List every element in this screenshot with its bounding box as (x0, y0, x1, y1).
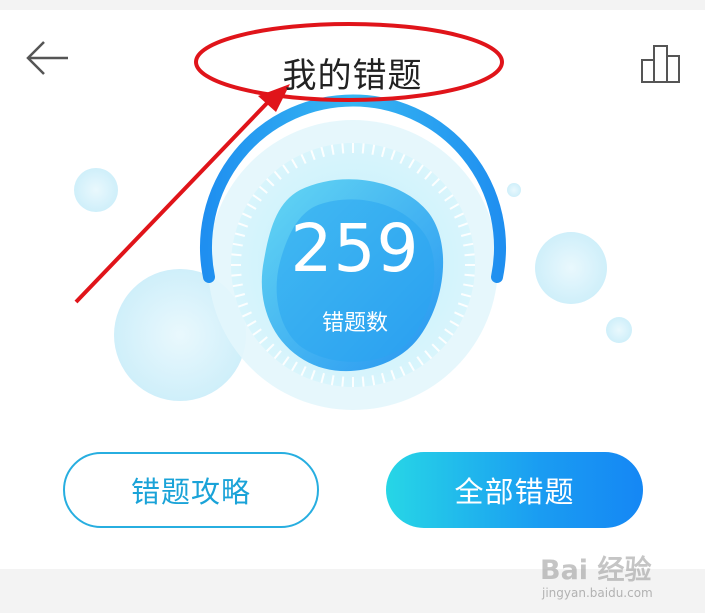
watermark-logo-text: Bai 经验 (540, 555, 652, 586)
page-title: 我的错题 (282, 56, 423, 96)
top-bar: 我的错题 (0, 10, 705, 100)
error-count-block: 259 (200, 210, 510, 287)
dial-tick (341, 376, 345, 387)
dial-tick (361, 376, 365, 387)
bubble (606, 317, 632, 343)
bubble (74, 168, 118, 212)
error-count: 259 (290, 210, 420, 287)
bubble (507, 183, 521, 197)
error-strategy-button[interactable]: 错题攻略 (63, 452, 319, 528)
error-count-label: 错题数 (321, 311, 388, 336)
dial-tick (341, 143, 345, 154)
watermark-url: jingyan.baidu.com (542, 586, 653, 600)
all-errors-button[interactable]: 全部错题 (386, 452, 643, 528)
bar-chart-icon (641, 45, 680, 83)
bubble (535, 232, 607, 304)
baidu-watermark: Bai 经验 jingyan.baidu.com (540, 548, 700, 608)
dial-tick (361, 143, 365, 154)
statistics-button[interactable] (636, 38, 686, 88)
